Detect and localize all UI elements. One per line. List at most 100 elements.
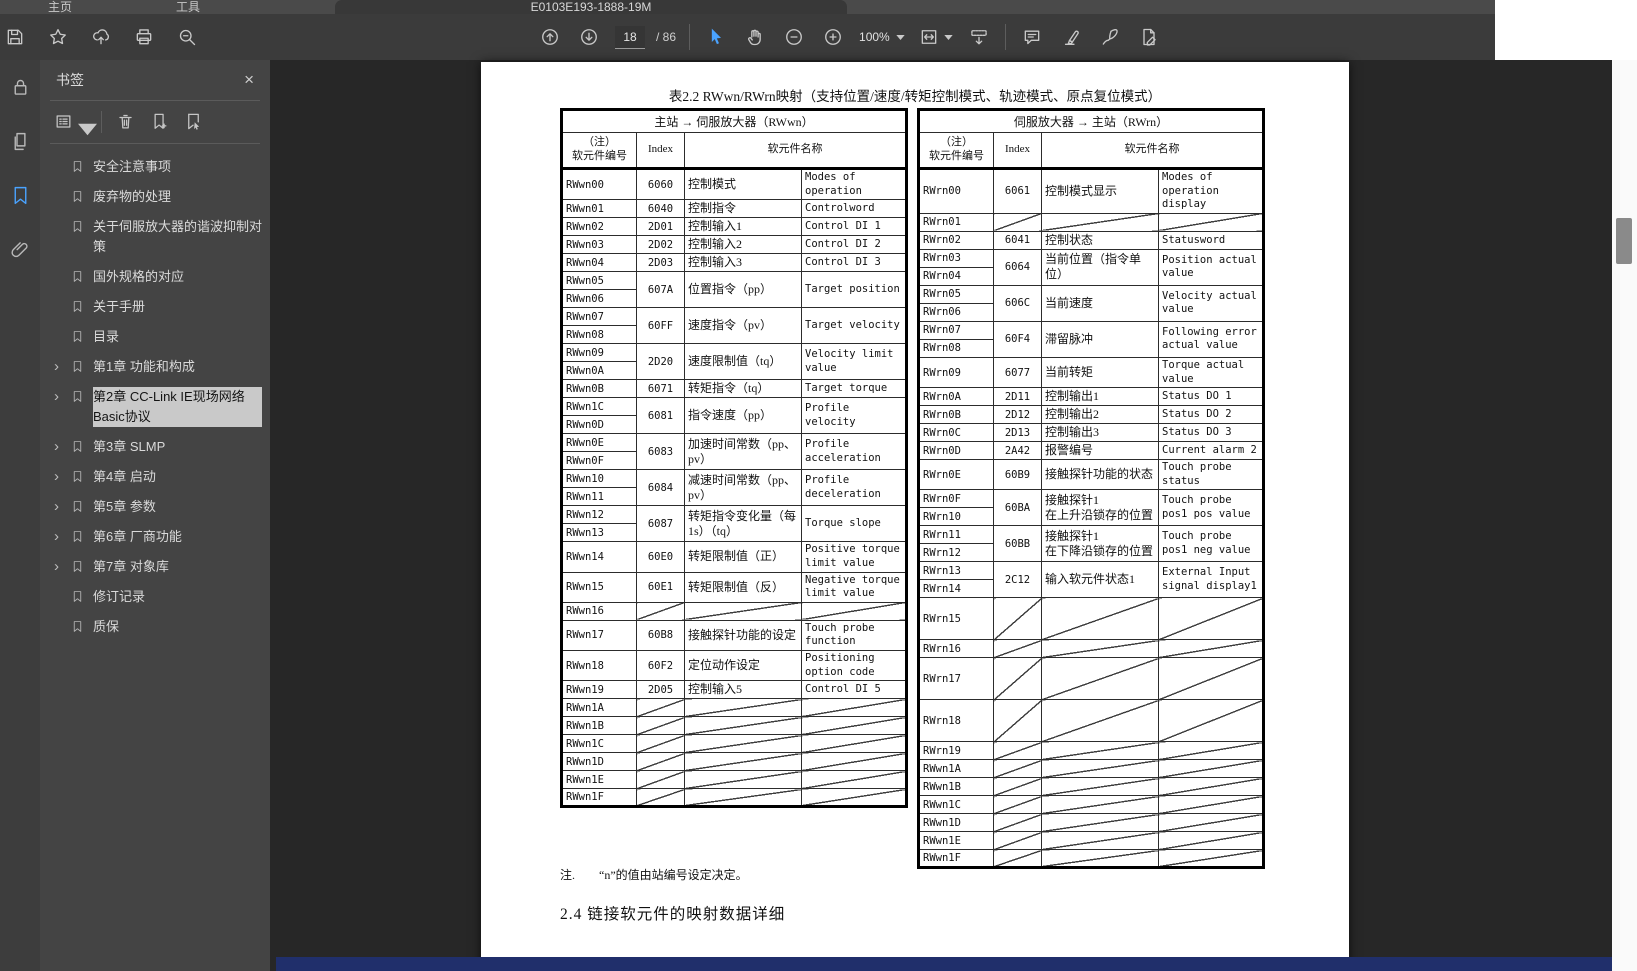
name-cn-cell: 输入软元件状态1 (1042, 562, 1159, 598)
device-name-column-header: 软元件名称 (1042, 133, 1264, 169)
highlight-button[interactable] (1058, 22, 1084, 52)
bookmark-icon (71, 470, 86, 483)
zoom-out-button[interactable] (781, 22, 807, 52)
bookmark-item[interactable]: 目录 (40, 322, 270, 352)
name-cn-cell: 转矩限制值（正） (685, 542, 802, 572)
bookmark-item[interactable]: 质保 (40, 612, 270, 642)
fill-sign-button[interactable] (1136, 22, 1162, 52)
table-row: RWrn006061控制模式显示Modes of operation displ… (919, 169, 1264, 214)
page-number-input[interactable]: 18 (615, 26, 645, 49)
device-cell: RWwn1D (562, 753, 637, 771)
name-en-cell: Profile velocity (802, 398, 907, 434)
index-cell: 60F4 (994, 321, 1042, 357)
select-tool-button[interactable] (703, 22, 729, 52)
bookmark-item[interactable]: 关于伺服放大器的谐波抑制对策 (40, 212, 270, 262)
sign-button[interactable] (1097, 22, 1123, 52)
device-cell: RWwn04 (562, 254, 637, 272)
rail-page-thumbnails-button[interactable] (0, 114, 40, 168)
device-cell: RWwn1A (919, 760, 994, 778)
save-button[interactable] (2, 22, 28, 52)
bookmark-label: 关于伺服放大器的谐波抑制对策 (93, 217, 262, 257)
tab-home[interactable]: 主页 (0, 0, 120, 14)
zoom-in-button[interactable] (820, 22, 846, 52)
table-row: RWwn1F (562, 789, 907, 807)
index-cell: 60BA (994, 490, 1042, 526)
name-en-cell: Control DI 1 (802, 218, 907, 236)
table-row: RWwn106084减速时间常数（pp、pv）Profile decelerat… (562, 470, 907, 488)
name-en-cell-empty (1159, 814, 1264, 832)
expand-chevron-icon[interactable]: › (54, 437, 69, 457)
name-cn-cell: 当前位置（指令单位） (1042, 249, 1159, 285)
expand-chevron-icon[interactable]: › (54, 557, 69, 577)
bookmark-item[interactable]: 安全注意事项 (40, 152, 270, 182)
find-button[interactable] (174, 22, 200, 52)
device-cell: RWrn17 (919, 658, 994, 700)
new-bookmark-button[interactable] (150, 112, 170, 132)
fit-width-dropdown[interactable] (918, 22, 953, 52)
bookmark-item[interactable]: 国外规格的对应 (40, 262, 270, 292)
previous-page-button[interactable] (537, 22, 563, 52)
print-button[interactable] (131, 22, 157, 52)
device-number-column-header: （注） 软元件编号 (919, 133, 994, 169)
star-button[interactable] (45, 22, 71, 52)
tab-document[interactable]: E0103E193-1888-19M (335, 0, 847, 14)
bookmark-item[interactable]: 关于手册 (40, 292, 270, 322)
table-title-row: 伺服放大器 → 主站（RWrn） (919, 110, 1264, 133)
device-cell: RWrn0E (919, 460, 994, 490)
name-en-cell: Torque actual value (1159, 357, 1264, 387)
bookmark-item[interactable]: ›第6章 厂商功能 (40, 522, 270, 552)
comment-button[interactable] (1019, 22, 1045, 52)
device-cell: RWwn1C (562, 735, 637, 753)
expand-chevron-icon[interactable]: › (54, 387, 69, 407)
bookmark-icon (71, 500, 86, 513)
bookmark-item[interactable]: ›第5章 参数 (40, 492, 270, 522)
scrollbar-thumb[interactable] (1616, 218, 1632, 264)
name-cn-cell: 控制输出1 (1042, 388, 1159, 406)
next-page-button[interactable] (576, 22, 602, 52)
tab-tools[interactable]: 工具 (128, 0, 248, 14)
device-cell: RWwn1F (919, 850, 994, 868)
bookmark-icon (71, 270, 86, 283)
rail-security-button[interactable] (0, 60, 40, 114)
table-row: RWwn006060控制模式Modes of operation (562, 169, 907, 200)
expand-chevron-icon[interactable]: › (54, 357, 69, 377)
device-cell: RWrn09 (919, 357, 994, 387)
name-en-cell: Torque slope (802, 506, 907, 542)
pointer-icon (706, 27, 726, 47)
bookmark-item[interactable]: ›第3章 SLMP (40, 432, 270, 462)
bookmark-item[interactable]: ›第4章 启动 (40, 462, 270, 492)
table-row: RWwn1C (562, 735, 907, 753)
panel-close-button[interactable]: × (240, 70, 258, 90)
zoom-level-value: 100% (859, 30, 890, 44)
device-cell: RWrn16 (919, 640, 994, 658)
hand-tool-button[interactable] (742, 22, 768, 52)
table-title-row: 主站 → 伺服放大器（RWwn） (562, 110, 907, 133)
rail-bookmarks-button[interactable] (0, 168, 40, 222)
bookmark-options-button[interactable] (54, 112, 87, 132)
table-row: RWwn1B (919, 778, 1264, 796)
index-cell-empty (637, 753, 685, 771)
index-cell-empty (637, 699, 685, 717)
bookmark-item[interactable]: 废弃物的处理 (40, 182, 270, 212)
bookmark-item[interactable]: ›第7章 对象库 (40, 552, 270, 582)
bookmark-item[interactable]: 修订记录 (40, 582, 270, 612)
device-cell: RWwn15 (562, 572, 637, 602)
delete-bookmark-button[interactable] (116, 112, 136, 132)
expand-chevron-icon[interactable]: › (54, 527, 69, 547)
name-en-cell-empty (802, 602, 907, 620)
goto-bookmark-icon (184, 112, 204, 132)
zoom-level-dropdown[interactable]: 100% (859, 30, 905, 44)
name-cn-cell-empty (1042, 213, 1159, 231)
name-cn-cell: 控制模式显示 (1042, 169, 1159, 214)
goto-bookmark-button[interactable] (184, 112, 204, 132)
expand-chevron-icon[interactable]: › (54, 497, 69, 517)
bookmark-item[interactable]: ›第1章 功能和构成 (40, 352, 270, 382)
rail-attachments-button[interactable] (0, 222, 40, 276)
bookmark-item[interactable]: ›第2章 CC-Link IE现场网络Basic协议 (40, 382, 270, 432)
save-icon (5, 27, 25, 47)
share-button[interactable] (88, 22, 114, 52)
table-row: RWwn1560E1转矩限制值（反）Negative torque limit … (562, 572, 907, 602)
index-cell: 6083 (637, 434, 685, 470)
expand-chevron-icon[interactable]: › (54, 467, 69, 487)
reading-mode-button[interactable] (966, 22, 992, 52)
